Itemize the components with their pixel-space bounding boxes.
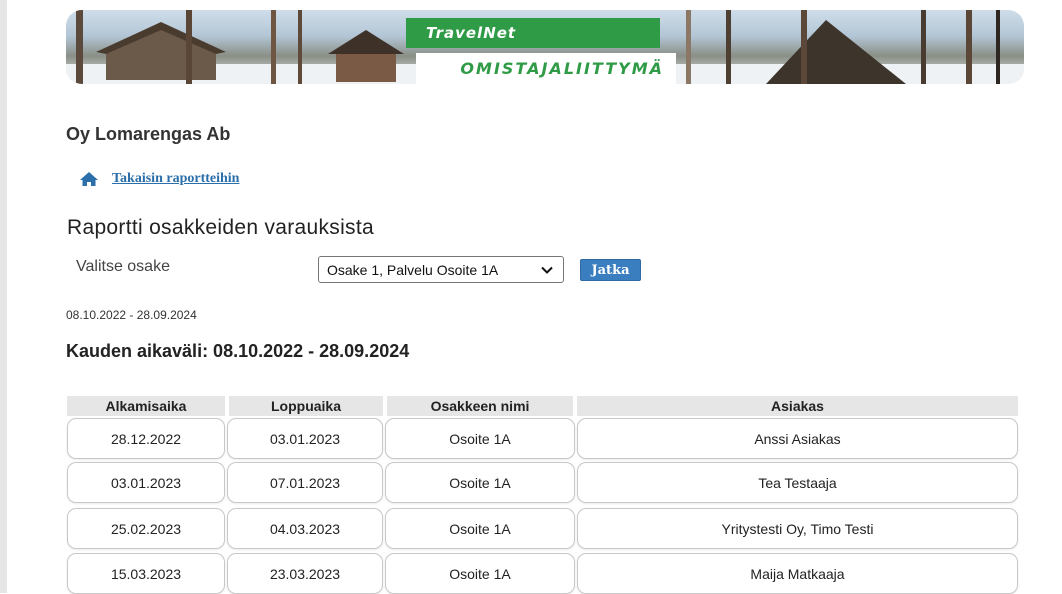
travelnet-logo-text: TravelNet	[406, 18, 660, 48]
cell-end-date: 03.01.2023	[227, 418, 383, 459]
unit-select-dropdown[interactable]: Osake 1, Palvelu Osoite 1A	[318, 256, 564, 283]
column-header-start: Alkamisaika	[105, 398, 187, 414]
cell-end-date: 07.01.2023	[227, 462, 383, 503]
table-row: 03.01.2023 07.01.2023 Osoite 1A Tea Test…	[67, 462, 1018, 503]
cell-unit-name: Osoite 1A	[385, 508, 575, 549]
cell-unit-name: Osoite 1A	[385, 553, 575, 594]
chevron-down-icon	[541, 266, 553, 274]
cell-unit-name: Osoite 1A	[385, 462, 575, 503]
cell-start-date: 03.01.2023	[67, 462, 225, 503]
back-link-row: Takaisin raportteihin	[80, 171, 239, 187]
date-range-text: 08.10.2022 - 28.09.2024	[66, 308, 197, 322]
continue-button[interactable]: Jatka	[580, 259, 641, 281]
header-banner: TravelNet OMISTAJALIITTYMÄ	[66, 10, 1024, 84]
cell-customer: Tea Testaaja	[577, 462, 1018, 503]
cell-unit-name: Osoite 1A	[385, 418, 575, 459]
cell-end-date: 04.03.2023	[227, 508, 383, 549]
portal-name-logo-text: OMISTAJALIITTYMÄ	[416, 53, 676, 84]
company-name: Oy Lomarengas Ab	[66, 124, 231, 144]
cell-start-date: 25.02.2023	[67, 508, 225, 549]
unit-select-value: Osake 1, Palvelu Osoite 1A	[327, 261, 499, 278]
cell-customer: Maija Matkaaja	[577, 553, 1018, 594]
reservations-table-header: Alkamisaika Loppuaika Osakkeen nimi Asia…	[67, 396, 1018, 416]
page-title: Raportti osakkeiden varauksista	[67, 216, 374, 239]
left-page-border	[0, 0, 7, 593]
cell-customer: Anssi Asiakas	[577, 418, 1018, 459]
back-to-reports-link[interactable]: Takaisin raportteihin	[112, 171, 239, 187]
table-row: 15.03.2023 23.03.2023 Osoite 1A Maija Ma…	[67, 553, 1018, 594]
unit-select-label: Valitse osake	[76, 258, 170, 275]
column-header-end: Loppuaika	[270, 398, 341, 414]
period-heading: Kauden aikaväli: 08.10.2022 - 28.09.2024	[66, 341, 410, 361]
column-header-unit: Osakkeen nimi	[430, 398, 530, 414]
cell-start-date: 15.03.2023	[67, 553, 225, 594]
home-icon[interactable]	[80, 171, 98, 187]
cell-start-date: 28.12.2022	[67, 418, 225, 459]
column-header-customer: Asiakas	[771, 398, 824, 414]
cell-end-date: 23.03.2023	[227, 553, 383, 594]
table-row: 28.12.2022 03.01.2023 Osoite 1A Anssi As…	[67, 418, 1018, 459]
cell-customer: Yritystesti Oy, Timo Testi	[577, 508, 1018, 549]
table-row: 25.02.2023 04.03.2023 Osoite 1A Yrityste…	[67, 508, 1018, 549]
